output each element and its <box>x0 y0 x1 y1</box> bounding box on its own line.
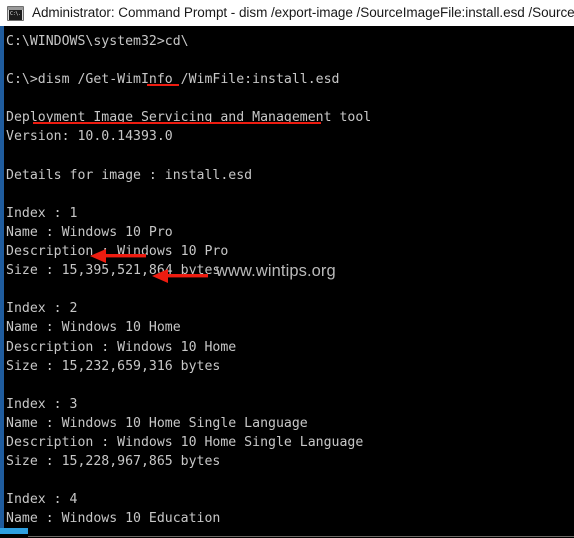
annotation-underline-dism-command <box>33 122 321 124</box>
icon-prompt-glyph: C:\. <box>9 9 22 20</box>
console-frame: C:\WINDOWS\system32>cd\ C:\>dism /Get-Wi… <box>0 26 574 538</box>
command-prompt-icon: C:\. <box>7 5 24 21</box>
horizontal-scrollbar-track[interactable] <box>0 528 574 538</box>
console-output-surface[interactable]: C:\WINDOWS\system32>cd\ C:\>dism /Get-Wi… <box>4 26 574 538</box>
console-output-text: C:\WINDOWS\system32>cd\ C:\>dism /Get-Wi… <box>6 34 372 538</box>
window-titlebar[interactable]: C:\. Administrator: Command Prompt - dis… <box>0 0 574 26</box>
command-prompt-window: C:\. Administrator: Command Prompt - dis… <box>0 0 574 538</box>
watermark-text: www.wintips.org <box>216 262 336 280</box>
annotation-arrow-name-windows-10-home <box>152 269 208 283</box>
annotation-underline-cd-command <box>147 84 179 86</box>
horizontal-scrollbar-thumb[interactable] <box>0 528 28 534</box>
window-title: Administrator: Command Prompt - dism /ex… <box>32 5 574 20</box>
annotation-arrow-index-2 <box>90 249 146 263</box>
scrollbar-baseline-rule <box>28 536 574 537</box>
